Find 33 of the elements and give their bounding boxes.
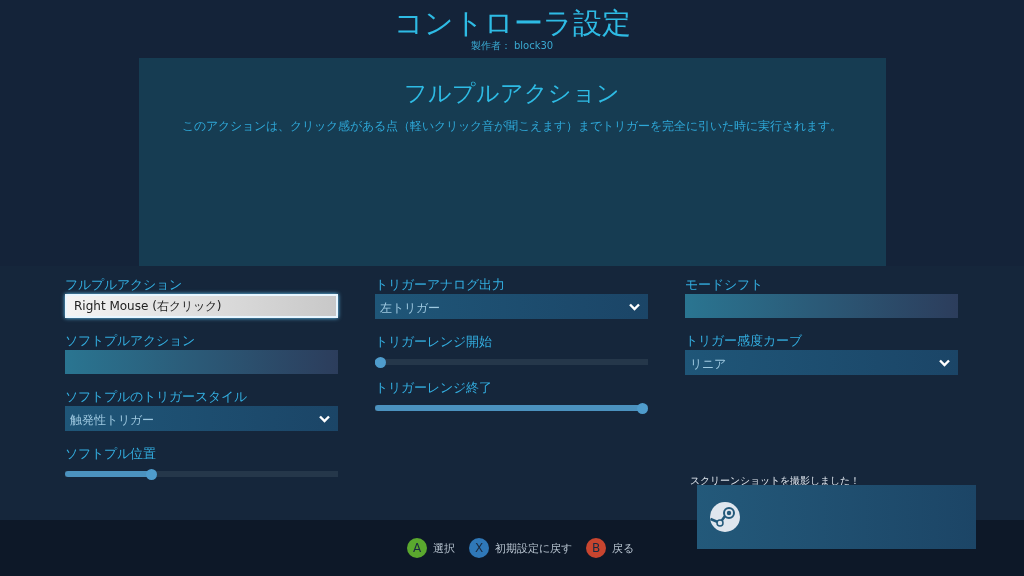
hint-label: 初期設定に戻す — [495, 540, 572, 556]
action-title: フルプルアクション — [404, 79, 620, 108]
slider-handle[interactable] — [146, 468, 158, 480]
chevron-down-icon — [939, 358, 950, 367]
controller-button-icon: B — [586, 538, 606, 558]
setting-label: トリガーアナログ出力 — [375, 276, 505, 294]
slider-track[interactable] — [375, 356, 648, 368]
chevron-down-icon — [319, 414, 330, 423]
hint-label: 選択 — [433, 540, 455, 556]
controller-button-icon: A — [407, 538, 427, 558]
slider-handle[interactable] — [637, 402, 648, 414]
setting-label: トリガーレンジ終了 — [375, 379, 492, 397]
page-title: コントローラ設定 — [393, 6, 631, 40]
dropdown[interactable]: リニア — [685, 350, 958, 375]
slider-track[interactable] — [65, 468, 338, 480]
binding-button[interactable]: Right Mouse (右クリック) — [65, 294, 338, 318]
dropdown[interactable]: 触発性トリガー — [65, 406, 338, 431]
steam-logo-icon — [709, 501, 741, 533]
chevron-down-icon — [629, 302, 640, 311]
author-text: 製作者： block30 — [470, 40, 554, 52]
setting-label: ソフトプルアクション — [65, 332, 195, 350]
slider-handle[interactable] — [375, 356, 386, 368]
setting-label: トリガーレンジ開始 — [375, 333, 492, 351]
setting-label: ソフトプル位置 — [65, 445, 156, 463]
setting-label: トリガー感度カーブ — [685, 332, 802, 350]
hint-label: 戻る — [612, 540, 634, 556]
action-description: このアクションは、クリック感がある点（軽いクリック音が聞こえます）までトリガーを完全に引いた時に実行されます。 — [182, 118, 842, 135]
dropdown[interactable]: 左トリガー — [375, 294, 648, 319]
setting-label: ソフトプルのトリガースタイル — [65, 388, 247, 406]
setting-label: モードシフト — [685, 276, 763, 294]
controller-button-icon: X — [469, 538, 489, 558]
setting-label: フルプルアクション — [65, 276, 182, 294]
slider-track[interactable] — [375, 402, 648, 414]
